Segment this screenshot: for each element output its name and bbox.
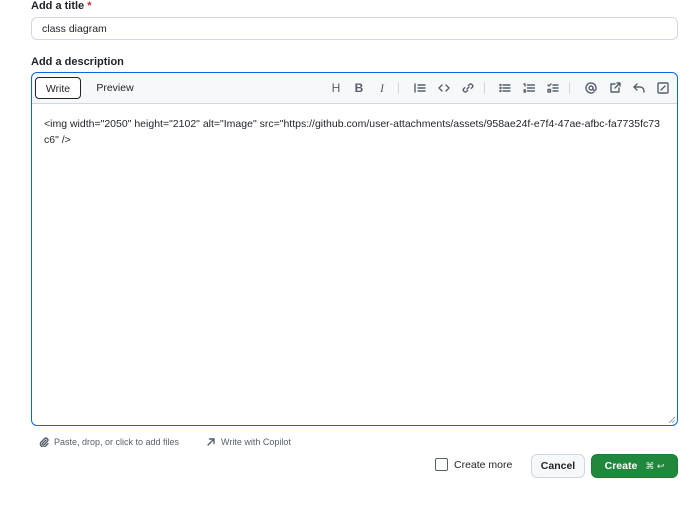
reference-button[interactable]: [607, 80, 623, 96]
editor-toolbar: Write Preview H B I: [32, 73, 677, 104]
task-list-button[interactable]: [545, 80, 561, 96]
unordered-list-icon: [499, 83, 511, 93]
undo-icon: [633, 83, 645, 93]
heading-button[interactable]: H: [328, 80, 344, 96]
italic-icon: I: [380, 80, 384, 95]
description-label: Add a description: [31, 56, 124, 68]
undo-button[interactable]: [631, 80, 647, 96]
code-icon: [438, 84, 450, 92]
heading-icon: H: [331, 81, 341, 95]
arrow-up-right-icon: [207, 438, 215, 446]
title-label: Add a title *: [31, 0, 92, 12]
cancel-button[interactable]: Cancel: [531, 454, 585, 478]
cross-reference-icon: [610, 82, 621, 93]
unordered-list-button[interactable]: [497, 80, 513, 96]
mention-icon: [585, 82, 597, 94]
edit-square-icon: [657, 82, 669, 94]
link-icon: [462, 83, 474, 93]
bold-button[interactable]: B: [351, 80, 367, 96]
description-editor: Write Preview H B I <img width="2050" he…: [31, 72, 678, 426]
toolbar-divider: [569, 82, 570, 94]
task-list-icon: [547, 83, 559, 93]
code-button[interactable]: [436, 80, 452, 96]
tab-preview[interactable]: Preview: [88, 77, 142, 99]
description-textarea[interactable]: <img width="2050" height="2102" alt="Ima…: [44, 116, 663, 148]
ordered-list-icon: [523, 83, 535, 93]
write-with-copilot-link[interactable]: Write with Copilot: [206, 437, 291, 447]
create-button[interactable]: Create ⌘ ↩: [591, 454, 678, 478]
toolbar-divider: [398, 82, 399, 94]
ordered-list-button[interactable]: [521, 80, 537, 96]
toolbar-divider: [484, 82, 485, 94]
attach-files-hint[interactable]: Paste, drop, or click to add files: [39, 437, 179, 447]
title-input[interactable]: class diagram: [31, 17, 678, 40]
create-button-label: Create: [604, 460, 638, 472]
tab-write[interactable]: Write: [35, 77, 81, 99]
required-mark: *: [87, 0, 92, 12]
create-more-option[interactable]: Create more: [435, 458, 512, 471]
link-button[interactable]: [460, 80, 476, 96]
create-more-checkbox[interactable]: [435, 458, 448, 471]
resize-handle-icon[interactable]: [669, 417, 675, 423]
fullscreen-button[interactable]: [655, 80, 671, 96]
paperclip-icon: [39, 437, 49, 447]
mention-button[interactable]: [583, 80, 599, 96]
italic-button[interactable]: I: [374, 80, 390, 96]
keyboard-shortcut: ⌘ ↩: [645, 460, 665, 471]
quote-icon: [414, 83, 426, 93]
quote-button[interactable]: [412, 80, 428, 96]
create-more-label: Create more: [454, 458, 513, 471]
bold-icon: B: [354, 81, 364, 95]
